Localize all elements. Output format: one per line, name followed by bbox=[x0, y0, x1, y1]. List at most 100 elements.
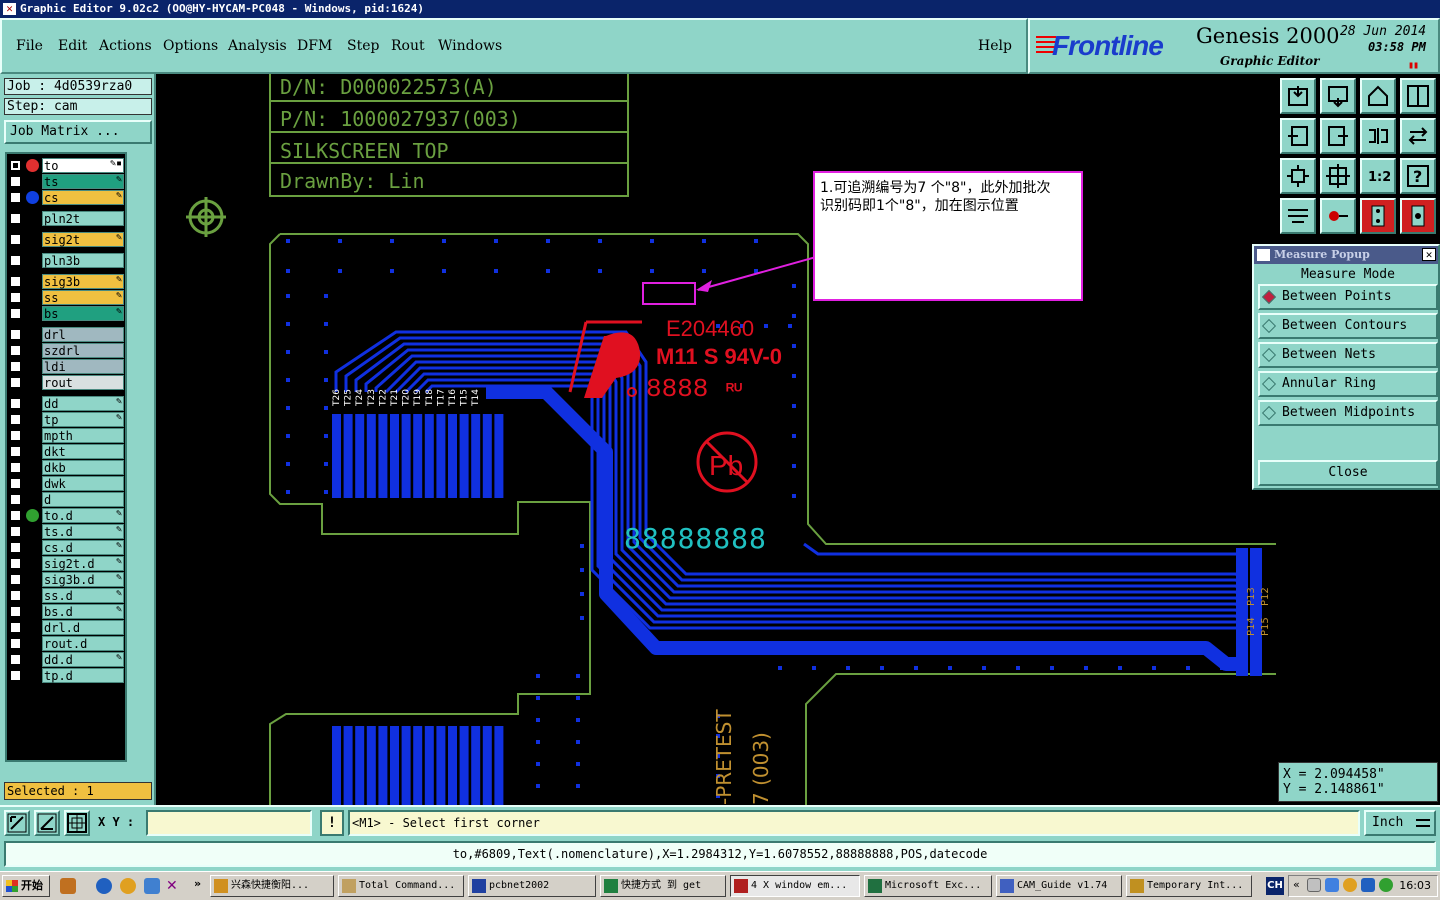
tray-update-icon[interactable] bbox=[1379, 878, 1393, 892]
menu-windows[interactable]: Windows bbox=[438, 38, 502, 54]
snap-tool-button[interactable] bbox=[1320, 198, 1356, 234]
layer-checkbox[interactable] bbox=[10, 622, 21, 633]
layer-checkbox[interactable] bbox=[10, 462, 21, 473]
option-annular-ring[interactable]: Annular Ring bbox=[1258, 371, 1438, 397]
layer-name[interactable]: rout.d bbox=[42, 636, 124, 651]
tray-network-icon[interactable] bbox=[1307, 878, 1321, 892]
layer-name[interactable]: pln3b bbox=[42, 253, 124, 268]
zoom-in-button[interactable] bbox=[1320, 78, 1356, 114]
layer-row[interactable]: cs.d ✎ bbox=[7, 540, 125, 555]
menu-actions[interactable]: Actions bbox=[99, 38, 152, 54]
layer-row[interactable]: pln3b bbox=[7, 253, 125, 268]
start-button[interactable]: 开始 bbox=[2, 875, 50, 897]
layer-checkbox[interactable] bbox=[10, 510, 21, 521]
measure-tool-button[interactable] bbox=[1280, 198, 1316, 234]
cursor-mode-button[interactable] bbox=[4, 810, 30, 836]
language-indicator[interactable]: CH bbox=[1266, 877, 1284, 895]
layer-row[interactable]: ldi bbox=[7, 359, 125, 374]
layer-name[interactable]: cs bbox=[42, 190, 124, 205]
layer-checkbox[interactable] bbox=[10, 654, 21, 665]
layer-row[interactable]: drl bbox=[7, 327, 125, 342]
menu-dfm[interactable]: DFM bbox=[297, 38, 332, 54]
layer-row[interactable]: sig3b ✎ bbox=[7, 274, 125, 289]
layer-name[interactable]: ts bbox=[42, 174, 124, 189]
layer-row[interactable]: ss.d ✎ bbox=[7, 588, 125, 603]
layer-checkbox[interactable] bbox=[10, 160, 21, 171]
taskbar-task[interactable]: 快捷方式 到 get bbox=[600, 875, 726, 897]
layer-checkbox[interactable] bbox=[10, 606, 21, 617]
layer-checkbox[interactable] bbox=[10, 377, 21, 388]
layer-row[interactable]: dkb bbox=[7, 460, 125, 475]
taskbar-task[interactable]: CAM_Guide v1.74 bbox=[996, 875, 1122, 897]
option-between-nets[interactable]: Between Nets bbox=[1258, 342, 1438, 368]
quicklaunch-app-icon[interactable] bbox=[60, 878, 76, 894]
layer-name[interactable]: pln2t bbox=[42, 211, 124, 226]
layer-name[interactable]: sig3b.d bbox=[42, 572, 124, 587]
layer-name[interactable]: mpth bbox=[42, 428, 124, 443]
tray-clock-icon[interactable] bbox=[1343, 878, 1357, 892]
taskbar-task[interactable]: Microsoft Exc... bbox=[864, 875, 992, 897]
layer-checkbox[interactable] bbox=[10, 192, 21, 203]
layer-row[interactable]: dd ✎ bbox=[7, 396, 125, 411]
graphics-canvas[interactable]: D/N: D000022573(A) P/N: 1000027937(003) … bbox=[156, 74, 1276, 805]
outlook-icon[interactable] bbox=[144, 878, 160, 894]
menu-options[interactable]: Options bbox=[163, 38, 218, 54]
layer-row[interactable]: sig2t ✎ bbox=[7, 232, 125, 247]
pcb-drawing[interactable]: D/N: D000022573(A) P/N: 1000027937(003) … bbox=[156, 74, 1276, 805]
layer-checkbox[interactable] bbox=[10, 574, 21, 585]
job-matrix-button[interactable]: Job Matrix ... bbox=[4, 120, 152, 144]
layer-row[interactable]: d bbox=[7, 492, 125, 507]
layer-name[interactable]: d bbox=[42, 492, 124, 507]
layer-name[interactable]: sig2t bbox=[42, 232, 124, 247]
layer-name[interactable]: dkt bbox=[42, 444, 124, 459]
layer-name[interactable]: sig2t.d bbox=[42, 556, 124, 571]
layer-checkbox[interactable] bbox=[10, 430, 21, 441]
net-highlight-button[interactable] bbox=[1360, 198, 1396, 234]
layer-row[interactable]: pln2t bbox=[7, 211, 125, 226]
more-chevron-icon[interactable]: » bbox=[194, 877, 201, 890]
layer-name[interactable]: ts.d bbox=[42, 524, 124, 539]
tray-monitor-icon[interactable] bbox=[1325, 878, 1339, 892]
layer-row[interactable]: drl.d bbox=[7, 620, 125, 635]
layer-row[interactable]: cs ✎ bbox=[7, 190, 125, 205]
layer-checkbox[interactable] bbox=[10, 308, 21, 319]
layer-checkbox[interactable] bbox=[10, 213, 21, 224]
popup-close-icon[interactable]: ✕ bbox=[1422, 248, 1436, 261]
layer-name[interactable]: ss.d bbox=[42, 588, 124, 603]
layer-row[interactable]: tp.d bbox=[7, 668, 125, 683]
layer-checkbox[interactable] bbox=[10, 638, 21, 649]
taskbar-task[interactable]: 兴森快捷衡阳... bbox=[210, 875, 334, 897]
help-button[interactable]: ? bbox=[1400, 158, 1436, 194]
layer-name[interactable]: szdrl bbox=[42, 343, 124, 358]
layer-name[interactable]: tp bbox=[42, 412, 124, 427]
layer-name[interactable]: rout bbox=[42, 375, 124, 390]
layer-checkbox[interactable] bbox=[10, 526, 21, 537]
clock-app-icon[interactable] bbox=[120, 878, 136, 894]
layer-name[interactable]: dd.d bbox=[42, 652, 124, 667]
layer-row[interactable]: ts ✎ bbox=[7, 174, 125, 189]
layer-checkbox[interactable] bbox=[10, 542, 21, 553]
xwin-icon[interactable]: ✕ bbox=[166, 878, 182, 894]
zoom-home-button[interactable] bbox=[1280, 78, 1316, 114]
serial-number-text[interactable]: 88888888 bbox=[624, 522, 767, 555]
layer-row[interactable]: to ✎▪ bbox=[7, 158, 125, 173]
layer-checkbox[interactable] bbox=[10, 670, 21, 681]
layer-name[interactable]: drl.d bbox=[42, 620, 124, 635]
layer-name[interactable]: bs.d bbox=[42, 604, 124, 619]
option-between-midpoints[interactable]: Between Midpoints bbox=[1258, 400, 1438, 426]
layer-row[interactable]: dkt bbox=[7, 444, 125, 459]
layer-checkbox[interactable] bbox=[10, 590, 21, 601]
layer-name[interactable]: ss bbox=[42, 290, 124, 305]
layer-name[interactable]: drl bbox=[42, 327, 124, 342]
xy-input[interactable] bbox=[146, 810, 312, 836]
layer-row[interactable]: sig3b.d ✎ bbox=[7, 572, 125, 587]
layer-name[interactable]: tp.d bbox=[42, 668, 124, 683]
layer-checkbox[interactable] bbox=[10, 494, 21, 505]
layer-row[interactable]: dd.d ✎ bbox=[7, 652, 125, 667]
layer-checkbox[interactable] bbox=[10, 234, 21, 245]
fit-screen-button[interactable] bbox=[1280, 158, 1316, 194]
ie-icon[interactable] bbox=[96, 878, 112, 894]
grid-snap-button[interactable] bbox=[64, 810, 90, 836]
center-view-button[interactable] bbox=[1320, 158, 1356, 194]
option-between-contours[interactable]: Between Contours bbox=[1258, 313, 1438, 339]
